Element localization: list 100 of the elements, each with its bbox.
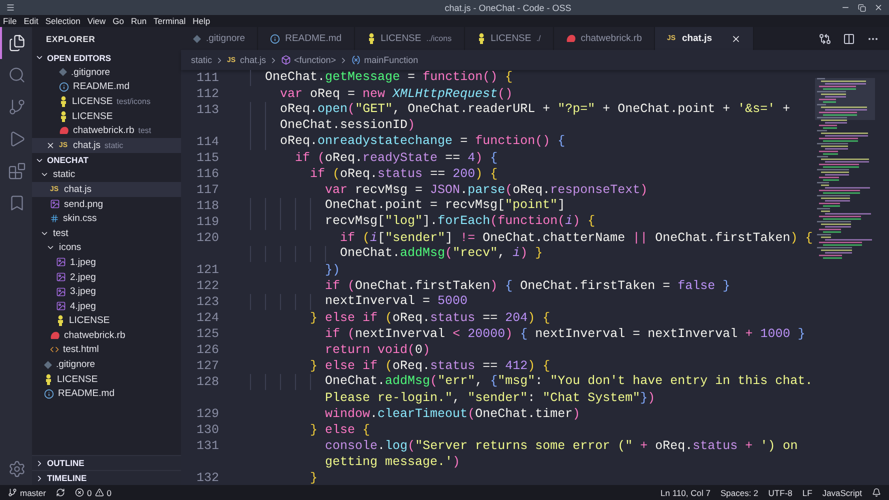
error-icon (74, 488, 84, 497)
tab-label: README.md (285, 33, 342, 44)
file-row[interactable]: LICENSE (32, 372, 181, 386)
open-editor-item[interactable]: LICENSE test/icons (32, 94, 181, 109)
tab-label: LICENSE (380, 33, 422, 44)
image-file-icon (56, 301, 66, 312)
menu-item[interactable]: Run (130, 16, 147, 26)
code-line: } else if (oReq.status == 412) { (309, 359, 550, 373)
line-number: 128 (195, 375, 219, 389)
menu-item[interactable]: Edit (24, 16, 38, 26)
code-line: getting message.') (324, 455, 460, 469)
line-number: 125 (195, 327, 219, 341)
status-item[interactable]: Ln 110, Col 7 (660, 488, 710, 498)
file-row[interactable]: .gitignore (32, 357, 181, 372)
code-line: window.clearTimeout(OneChat.timer) (324, 407, 580, 421)
image-file-icon (50, 199, 60, 210)
code-line: recvMsg["log"].forEach(function(i) { (250, 214, 596, 230)
code-line: oReq.onreadystatechange = function() { (250, 134, 566, 150)
file-row[interactable]: 4.jpeg (32, 298, 181, 314)
code-line: OneChat.addMsg("err", {"msg": "You don't have entry in this chat. (250, 374, 813, 390)
sync-icon[interactable] (56, 488, 65, 497)
sidebar-title: EXPLORER (45, 32, 96, 46)
info-icon (59, 82, 69, 92)
explorer-icon (8, 34, 26, 52)
menu-item[interactable]: Go (112, 16, 124, 26)
branch-indicator[interactable]: master (8, 488, 46, 498)
problems-indicator[interactable]: 0 0 (74, 488, 112, 498)
status-item[interactable]: Spaces: 2 (720, 488, 758, 498)
file-name: chatwebrick.rb (73, 125, 134, 136)
menu-item[interactable]: Selection (45, 16, 80, 26)
open-editor-item[interactable]: chatwebrick.rb test (32, 123, 181, 138)
branch-icon (8, 488, 17, 497)
tab-path: ../icons (426, 34, 452, 43)
menu-item[interactable]: File (3, 16, 17, 26)
editor-tab[interactable]: .gitignore (181, 27, 258, 50)
folder-row[interactable]: icons (32, 240, 181, 256)
menu-item[interactable]: Terminal (154, 16, 186, 26)
code-line: if (oReq.readyState == 4) { (294, 151, 498, 165)
split-editor-icon[interactable] (843, 32, 855, 44)
code-icon (50, 345, 59, 354)
menu-icon[interactable] (6, 3, 15, 12)
status-item[interactable]: LF (802, 488, 812, 498)
line-number: 127 (195, 359, 219, 373)
cube-icon (281, 55, 292, 65)
section-header[interactable]: OUTLINE (32, 455, 181, 470)
editor-tab[interactable]: LICENSE ./ (464, 27, 554, 50)
code-line: }) (324, 263, 340, 277)
restore-icon[interactable] (858, 4, 866, 12)
file-row[interactable]: skin.css (32, 211, 181, 226)
section-header[interactable]: ONECHAT (32, 152, 181, 168)
file-name: LICENSE (72, 110, 113, 122)
editor-tab[interactable]: README.md (258, 27, 355, 50)
bookmark-icon (8, 194, 26, 212)
file-row[interactable]: send.png (32, 196, 181, 212)
close-icon[interactable] (874, 3, 883, 12)
close-icon[interactable] (731, 34, 742, 44)
status-item[interactable]: UTF-8 (768, 488, 792, 498)
folder-row[interactable]: test (32, 226, 181, 241)
close-icon[interactable] (46, 140, 55, 150)
file-row[interactable]: chatwebrick.rb (32, 328, 181, 343)
code-line: if (nextInverval < 20000) { nextInverval = nextInverval + 1000 } (324, 327, 806, 341)
code-line: var oReq = new XMLHttpRequest() (279, 87, 513, 101)
file-name: .gitignore (71, 66, 110, 78)
breadcrumb-item[interactable]: mainFunction (364, 55, 418, 65)
line-number: 132 (195, 471, 219, 485)
section-header[interactable]: OPEN EDITORS (32, 50, 181, 65)
file-row[interactable]: LICENSE (32, 314, 181, 328)
file-row[interactable]: 3.jpeg (32, 284, 181, 299)
variable-icon (351, 55, 362, 65)
status-item[interactable]: JavaScript (822, 488, 862, 498)
image-file-icon (56, 257, 66, 268)
line-number: 131 (195, 439, 219, 453)
compare-icon[interactable] (819, 32, 831, 44)
info-icon (44, 388, 54, 399)
editor-tab[interactable]: chatwebrick.rb (554, 27, 655, 50)
file-row[interactable]: 1.jpeg (32, 255, 181, 270)
menu-item[interactable]: View (87, 16, 106, 26)
settings-icon[interactable] (8, 460, 26, 478)
file-path: test/icons (116, 96, 150, 106)
code-line: OneChat.getMessage = function() { (250, 70, 513, 86)
window-title: chat.js - OneChat - Code - OSS (444, 2, 572, 12)
breadcrumb-item[interactable]: chat.js (240, 55, 266, 65)
open-editor-item[interactable]: .gitignore (32, 65, 181, 80)
file-row[interactable]: 2.jpeg (32, 270, 181, 284)
open-editor-item[interactable]: README.md (32, 80, 181, 94)
line-number: 111 (195, 71, 219, 85)
open-editor-item[interactable]: LICENSE (32, 108, 181, 124)
line-number: 126 (195, 343, 219, 357)
bell-icon[interactable] (872, 488, 881, 497)
file-row[interactable]: test.html (32, 342, 181, 358)
code-line: OneChat.addMsg("recv", i) } (250, 246, 543, 262)
folder-row[interactable]: static (32, 168, 181, 182)
breadcrumb-item[interactable]: <function> (294, 55, 336, 65)
menu-item[interactable]: Help (192, 16, 210, 26)
breadcrumb-item[interactable]: static (191, 55, 212, 65)
code-line: var recvMsg = JSON.parse(oReq.responseText) (324, 183, 648, 197)
editor-tab[interactable]: LICENSE ../icons (354, 27, 465, 50)
line-number: 116 (195, 167, 219, 181)
section-header[interactable]: TIMELINE (32, 470, 181, 485)
file-row[interactable]: README.md (32, 386, 181, 402)
